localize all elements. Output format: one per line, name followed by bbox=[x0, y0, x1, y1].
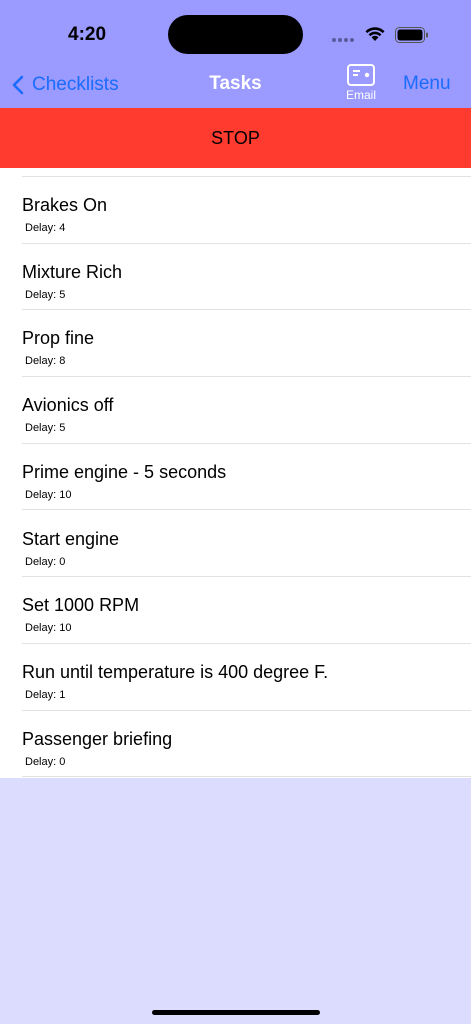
task-title: Prime engine - 5 seconds bbox=[22, 461, 227, 482]
task-row[interactable]: Avionics off Delay: 5 bbox=[0, 377, 471, 444]
task-delay: Delay: 8 bbox=[25, 355, 66, 368]
task-title: Brakes On bbox=[22, 195, 108, 215]
task-row[interactable]: Mixture Rich Delay: 5 bbox=[0, 244, 471, 311]
task-row[interactable]: Prop fine Delay: 8 bbox=[0, 310, 471, 378]
task-delay: Delay: 10 bbox=[25, 622, 72, 635]
battery-icon bbox=[395, 27, 428, 43]
task-row[interactable]: Passenger briefing Delay: 0 bbox=[0, 711, 471, 778]
task-row[interactable]: Run until temperature is 400 degree F. D… bbox=[0, 644, 471, 711]
task-row[interactable]: Set 1000 RPM Delay: 10 bbox=[0, 577, 471, 644]
home-indicator bbox=[152, 1010, 320, 1015]
back-button-label: Checklists bbox=[32, 74, 119, 95]
email-icon bbox=[347, 64, 375, 86]
email-button-label: Email bbox=[345, 88, 376, 102]
task-delay: Delay: 0 bbox=[25, 755, 66, 768]
task-delay: Delay: 5 bbox=[25, 288, 66, 301]
task-delay: Delay: 1 bbox=[25, 688, 66, 701]
task-title: Avionics off bbox=[22, 395, 114, 416]
back-button[interactable]: Checklists bbox=[12, 70, 119, 100]
task-title: Start engine bbox=[22, 528, 120, 549]
task-delay: Delay: 0 bbox=[25, 555, 66, 568]
task-row[interactable]: Brakes On Delay: 4 bbox=[0, 177, 471, 244]
task-row[interactable]: Start engine Delay: 0 bbox=[0, 511, 471, 578]
stop-button[interactable]: STOP bbox=[0, 108, 471, 168]
task-list: Brakes On Delay: 4 Mixture Rich Delay: 5… bbox=[0, 168, 471, 778]
task-title: Set 1000 RPM bbox=[22, 595, 140, 616]
chevron-left-icon bbox=[12, 75, 24, 95]
task-delay: Delay: 10 bbox=[25, 488, 72, 501]
status-time: 4:20 bbox=[68, 24, 107, 45]
navigation-header: 4:20 Checklists Tasks Email Menu bbox=[0, 0, 471, 108]
email-button[interactable]: Email bbox=[340, 64, 382, 106]
cellular-signal-icon bbox=[332, 38, 354, 42]
task-title: Passenger briefing bbox=[22, 728, 173, 749]
menu-button[interactable]: Menu bbox=[403, 73, 451, 95]
task-delay: Delay: 4 bbox=[25, 222, 66, 234]
task-title: Mixture Rich bbox=[22, 261, 123, 282]
wifi-icon bbox=[365, 27, 385, 41]
task-title: Prop fine bbox=[22, 328, 95, 349]
task-row[interactable]: Prime engine - 5 seconds Delay: 10 bbox=[0, 444, 471, 511]
task-delay: Delay: 5 bbox=[25, 422, 66, 435]
task-title: Run until temperature is 400 degree F. bbox=[22, 661, 329, 682]
row-divider bbox=[22, 776, 471, 778]
dynamic-island bbox=[168, 15, 303, 54]
